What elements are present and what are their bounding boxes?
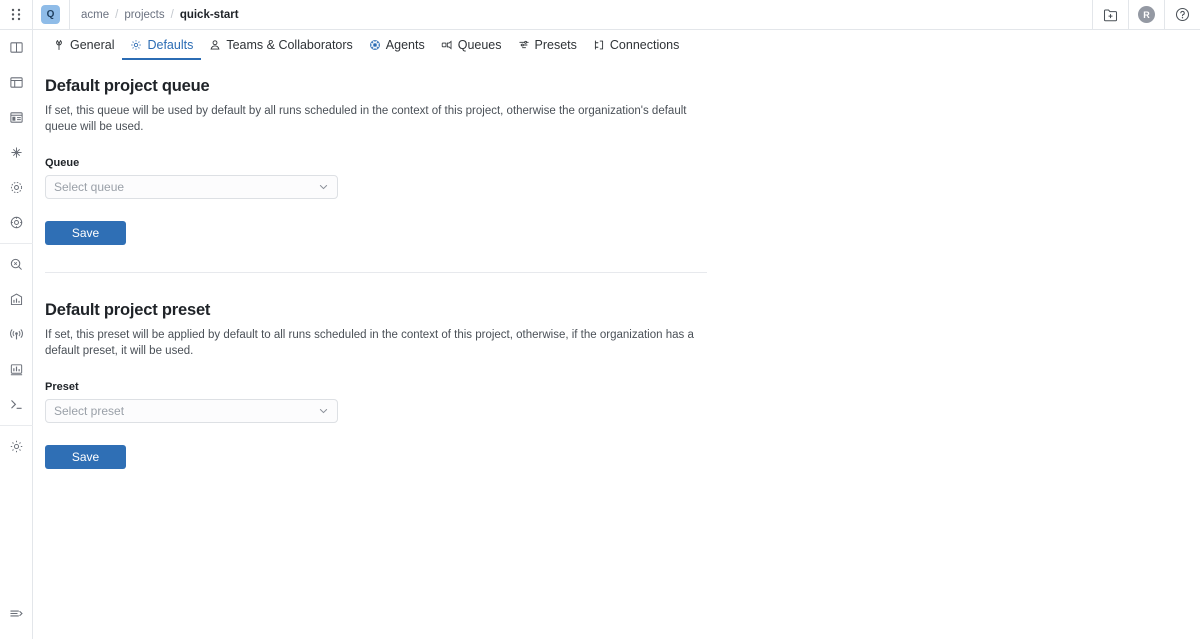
user-avatar-button[interactable]: R: [1128, 0, 1164, 29]
queue-select-placeholder: Select queue: [54, 180, 125, 195]
preset-select[interactable]: Select preset: [45, 399, 338, 424]
sidebar-item-target[interactable]: [0, 205, 33, 240]
section-description-preset: If set, this preset will be applied by d…: [45, 329, 694, 358]
org-badge[interactable]: Q: [41, 5, 60, 24]
section-divider: [45, 272, 707, 274]
avatar: R: [1138, 6, 1155, 23]
sidebar-divider-2: [0, 425, 33, 426]
avatar-initial: R: [1143, 9, 1150, 20]
wrench-icon: [53, 39, 65, 51]
breadcrumb-separator-2: /: [170, 8, 174, 21]
tab-general[interactable]: General: [45, 32, 122, 60]
tab-teams-collaborators-label: Teams & Collaborators: [226, 38, 353, 52]
connections-icon: [593, 39, 605, 51]
section-default-project-preset: Default project preset If set, this pres…: [45, 301, 707, 470]
top-bar-left: Q acme / projects / quick-start: [0, 0, 239, 30]
share-nodes-icon: [9, 145, 24, 160]
new-folder-button[interactable]: [1092, 0, 1128, 29]
dotted-circle-icon: [9, 180, 24, 195]
tab-connections[interactable]: Connections: [585, 32, 688, 60]
sidebar-item-metrics[interactable]: [0, 352, 33, 387]
tab-defaults[interactable]: Defaults: [122, 32, 202, 60]
section-title-preset: Default project preset: [45, 301, 211, 320]
gear-icon: [9, 439, 24, 454]
sidebar-item-insights[interactable]: [0, 282, 33, 317]
tab-agents[interactable]: Agents: [361, 32, 433, 60]
tab-presets[interactable]: Presets: [510, 32, 585, 60]
person-icon: [209, 39, 221, 51]
section-title-queue: Default project queue: [45, 77, 210, 95]
app-root: Q acme / projects / quick-start R Genera…: [0, 0, 1200, 639]
save-preset-button[interactable]: Save: [45, 445, 126, 470]
sidebar-item-broadcast[interactable]: [0, 317, 33, 352]
left-sidebar-rail: [0, 30, 33, 639]
section-description-queue: If set, this queue will be used by defau…: [45, 105, 687, 134]
chart-bars-icon: [9, 292, 24, 307]
collapse-arrow-icon: [9, 606, 24, 621]
chevron-down-icon: [318, 406, 329, 417]
tab-queues-label: Queues: [457, 38, 502, 52]
folder-plus-icon: [1103, 8, 1118, 22]
sidebar-bottom-zone: [0, 596, 33, 631]
terminal-icon: [9, 397, 24, 412]
preset-select-placeholder: Select preset: [54, 404, 125, 419]
section-default-project-queue: Default project queue If set, this queue…: [45, 77, 707, 246]
sidebar-divider-1: [0, 243, 33, 244]
sidebar-item-inspect[interactable]: [0, 247, 33, 282]
gear-icon: [130, 39, 142, 51]
queue-field-label: Queue: [45, 157, 80, 170]
settings-tab-bar: General Defaults Teams & Collaborators A…: [33, 30, 1200, 60]
breadcrumb: acme / projects / quick-start: [81, 9, 239, 21]
magnifier-icon: [9, 257, 24, 272]
queue-select[interactable]: Select queue: [45, 175, 338, 200]
save-queue-button[interactable]: Save: [45, 221, 126, 246]
tab-connections-label: Connections: [609, 38, 680, 52]
tab-general-label: General: [70, 38, 115, 52]
target-icon: [9, 215, 24, 230]
sidebar-item-terminal[interactable]: [0, 387, 33, 422]
preset-field-label: Preset: [45, 381, 79, 394]
question-circle-icon: [1175, 7, 1190, 22]
table-icon: [9, 75, 24, 90]
sidebar-item-workflow[interactable]: [0, 135, 33, 170]
breadcrumb-current[interactable]: quick-start: [180, 9, 239, 21]
sidebar-item-layout[interactable]: [0, 100, 33, 135]
columns-icon: [9, 40, 24, 55]
breadcrumb-projects[interactable]: projects: [124, 9, 164, 21]
sidebar-item-table[interactable]: [0, 65, 33, 100]
main-content: Default project queue If set, this queue…: [33, 77, 1200, 470]
tab-defaults-label: Defaults: [147, 38, 194, 52]
queues-icon: [441, 39, 453, 51]
tab-presets-label: Presets: [534, 38, 577, 52]
tab-queues[interactable]: Queues: [433, 32, 510, 60]
sidebar-collapse-toggle[interactable]: [0, 596, 33, 631]
top-bar: Q acme / projects / quick-start R: [0, 0, 1200, 30]
bar-chart-icon: [9, 362, 24, 377]
breadcrumb-separator-1: /: [115, 8, 119, 21]
chevron-down-icon: [318, 182, 329, 193]
signal-icon: [9, 327, 24, 342]
sidebar-item-settings[interactable]: [0, 429, 33, 464]
help-button[interactable]: [1164, 0, 1200, 29]
tab-agents-label: Agents: [385, 38, 425, 52]
sidebar-item-panels[interactable]: [0, 30, 33, 65]
agent-icon: [369, 39, 381, 51]
app-menu-button[interactable]: [0, 0, 33, 29]
breadcrumb-org[interactable]: acme: [81, 9, 109, 21]
org-badge-label: Q: [46, 9, 55, 20]
tab-teams-collaborators[interactable]: Teams & Collaborators: [201, 32, 360, 60]
sliders-icon: [518, 39, 530, 51]
top-bar-right: R: [1092, 0, 1200, 29]
grip-dots-icon: [11, 8, 22, 21]
sidebar-item-cluster[interactable]: [0, 170, 33, 205]
layout-sidebar-icon: [9, 110, 24, 125]
topbar-divider: [69, 0, 70, 29]
